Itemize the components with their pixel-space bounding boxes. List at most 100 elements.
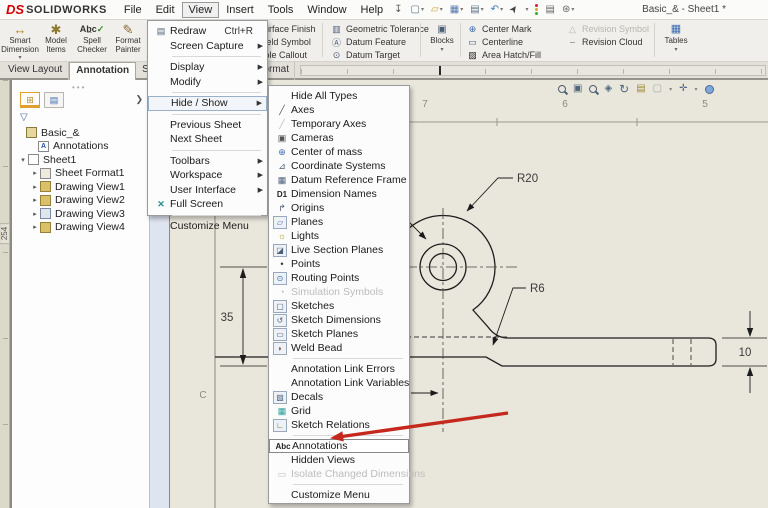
menu-item-modify[interactable]: Modify▶: [148, 75, 267, 90]
submenu-item-annotation-link-errors[interactable]: Annotation Link Errors: [269, 362, 409, 376]
submenu-item-lights[interactable]: ☼ Lights: [269, 229, 409, 243]
submenu-item-planes[interactable]: ▱ Planes: [269, 215, 409, 229]
display-manager-icon[interactable]: ▤: [545, 4, 554, 15]
geometric-tolerance-button[interactable]: ▥ Geometric Tolerance: [330, 23, 429, 35]
select-dropdown-icon[interactable]: ▾: [525, 6, 528, 13]
zoom-to-area-icon[interactable]: [589, 85, 597, 93]
menu-insert[interactable]: Insert: [219, 2, 261, 18]
filter-funnel-icon[interactable]: ▽: [20, 112, 28, 123]
undo-icon[interactable]: ↶▾: [491, 4, 503, 15]
blocks-dropdown-icon[interactable]: ▾: [440, 46, 443, 53]
rebuild-stoplight-icon[interactable]: [535, 4, 538, 15]
center-mark-button[interactable]: ⊕ Center Mark: [466, 23, 541, 35]
expand-arrow-icon[interactable]: ▸: [30, 183, 40, 191]
submenu-item-annotations[interactable]: Abc Annotations: [269, 439, 409, 453]
tree-row-drawing-view3[interactable]: ▸ Drawing View3: [16, 207, 145, 221]
tables-button[interactable]: ▦ Tables ▾: [658, 21, 694, 61]
submenu-item-grid[interactable]: ▦ Grid: [269, 404, 409, 418]
sheet-properties-icon[interactable]: ▤: [636, 83, 645, 95]
submenu-item-dimension-names[interactable]: D1 Dimension Names: [269, 187, 409, 201]
format-painter-button[interactable]: ✎ Format Painter: [110, 21, 146, 61]
tree-row-drawing-view2[interactable]: ▸ Drawing View2: [16, 194, 145, 208]
tables-dropdown-icon[interactable]: ▾: [674, 46, 677, 53]
menu-window[interactable]: Window: [300, 2, 353, 18]
spell-checker-button[interactable]: Ab̲c✓ Spell Checker: [74, 21, 110, 61]
save-icon[interactable]: ▦▾: [450, 4, 463, 15]
property-manager-tab[interactable]: ▤: [44, 92, 64, 108]
pin-menubar-icon[interactable]: ↧: [394, 4, 402, 15]
submenu-item-axes[interactable]: ╱ Axes: [269, 103, 409, 117]
submenu-item-sketch-relations[interactable]: ∟ Sketch Relations: [269, 418, 409, 432]
submenu-item-datum-reference-frame[interactable]: ▦ Datum Reference Frame: [269, 173, 409, 187]
tab-view-layout[interactable]: View Layout: [2, 62, 69, 80]
submenu-item-sketch-planes[interactable]: ▭ Sketch Planes: [269, 327, 409, 341]
expand-arrow-icon[interactable]: ▸: [30, 210, 40, 218]
menu-tools[interactable]: Tools: [261, 2, 301, 18]
expand-arrow-icon[interactable]: ▾: [18, 156, 28, 164]
zoom-to-fit-icon[interactable]: ▣: [573, 83, 582, 95]
menu-item-full-screen[interactable]: ✕ Full Screen: [148, 197, 267, 212]
expand-arrow-icon[interactable]: ▸: [30, 223, 40, 231]
print-icon[interactable]: ▤▾: [470, 4, 483, 15]
datum-target-button[interactable]: ⊙ Datum Target: [330, 49, 429, 61]
tree-row-sheet-format1[interactable]: ▸ Sheet Format1: [16, 167, 145, 181]
blocks-button[interactable]: ▣ Blocks ▾: [424, 21, 460, 61]
submenu-item-origins[interactable]: ↱ Origins: [269, 201, 409, 215]
view-settings-icon[interactable]: ▢: [653, 83, 662, 95]
menu-item-redraw[interactable]: ▤ Redraw Ctrl+R: [148, 24, 267, 39]
menu-view[interactable]: View: [182, 2, 220, 18]
menu-item-next-sheet[interactable]: Next Sheet: [148, 132, 267, 147]
submenu-item-hidden-views[interactable]: Hidden Views: [269, 453, 409, 467]
submenu-item-points[interactable]: • Points: [269, 257, 409, 271]
submenu-item-coordinate-systems[interactable]: ⊿ Coordinate Systems: [269, 159, 409, 173]
tree-row-sheet1[interactable]: ▾ Sheet1: [16, 153, 145, 167]
submenu-item-sketch-dimensions[interactable]: ↺ Sketch Dimensions: [269, 313, 409, 327]
centerline-button[interactable]: ▭ Centerline: [466, 36, 541, 48]
menu-item-workspace[interactable]: Workspace▶: [148, 168, 267, 183]
dropdown-icon[interactable]: ▾: [695, 86, 698, 93]
menu-edit[interactable]: Edit: [149, 2, 182, 18]
smart-dimension-dropdown-icon[interactable]: ▾: [18, 54, 21, 61]
tree-root-row[interactable]: Basic_&: [16, 126, 145, 140]
menu-help[interactable]: Help: [354, 2, 391, 18]
tree-row-drawing-view4[interactable]: ▸ Drawing View4: [16, 221, 145, 235]
panel-collapse-arrow[interactable]: ❯: [135, 94, 143, 105]
submenu-item-decals[interactable]: ▨ Decals: [269, 390, 409, 404]
menu-item-user-interface[interactable]: User Interface▶: [148, 183, 267, 198]
submenu-item-cameras[interactable]: ▣ Cameras: [269, 131, 409, 145]
menu-item-display[interactable]: Display▶: [148, 60, 267, 75]
menu-item-customize-menu[interactable]: Customize Menu: [148, 219, 267, 234]
expand-arrow-icon[interactable]: ▸: [30, 196, 40, 204]
smart-dimension-button[interactable]: ↔ Smart Dimension ▾: [2, 21, 38, 61]
submenu-item-weld-bead[interactable]: ◗ Weld Bead: [269, 341, 409, 355]
feature-manager-tab[interactable]: ⊞: [20, 92, 40, 108]
render-style-icon[interactable]: [705, 85, 714, 94]
submenu-item-annotation-link-variables[interactable]: Annotation Link Variables: [269, 376, 409, 390]
expand-arrow-icon[interactable]: ▸: [30, 169, 40, 177]
zoom-icon[interactable]: [558, 85, 566, 93]
submenu-item-sketches[interactable]: ▢ Sketches: [269, 299, 409, 313]
panel-grip-handle[interactable]: •••: [72, 83, 86, 92]
tree-row-drawing-view1[interactable]: ▸ Drawing View1: [16, 180, 145, 194]
new-document-icon[interactable]: ▢▾: [411, 4, 424, 15]
menu-item-hide-show[interactable]: Hide / Show▶: [148, 96, 267, 111]
rotate-view-icon[interactable]: ↻: [619, 83, 629, 95]
open-icon[interactable]: ▱▾: [431, 4, 443, 15]
area-hatch-fill-button[interactable]: ▨ Area Hatch/Fill: [466, 49, 541, 61]
options-gear-icon[interactable]: ⊛▾: [562, 4, 574, 15]
select-cursor-icon[interactable]: ➤: [507, 3, 521, 16]
submenu-item-routing-points[interactable]: ⊙ Routing Points: [269, 271, 409, 285]
model-items-button[interactable]: ✱ Model Items: [38, 21, 74, 61]
dropdown-icon[interactable]: ▾: [669, 86, 672, 93]
tree-row-annotations[interactable]: A Annotations: [16, 140, 145, 154]
hide-show-items-icon[interactable]: ✛: [679, 83, 687, 95]
tab-annotation[interactable]: Annotation: [69, 62, 136, 80]
submenu-item-hide-all-types[interactable]: Hide All Types: [269, 89, 409, 103]
submenu-item-center-of-mass[interactable]: ⊕ Center of mass: [269, 145, 409, 159]
datum-feature-button[interactable]: Ⓐ Datum Feature: [330, 36, 429, 48]
previous-view-icon[interactable]: ◈: [604, 83, 612, 95]
revision-cloud-button[interactable]: ⌣ Revision Cloud: [566, 36, 649, 48]
submenu-item-live-section-planes[interactable]: ◪ Live Section Planes: [269, 243, 409, 257]
menu-item-screen-capture[interactable]: Screen Capture▶: [148, 39, 267, 54]
menu-item-previous-sheet[interactable]: Previous Sheet: [148, 118, 267, 133]
